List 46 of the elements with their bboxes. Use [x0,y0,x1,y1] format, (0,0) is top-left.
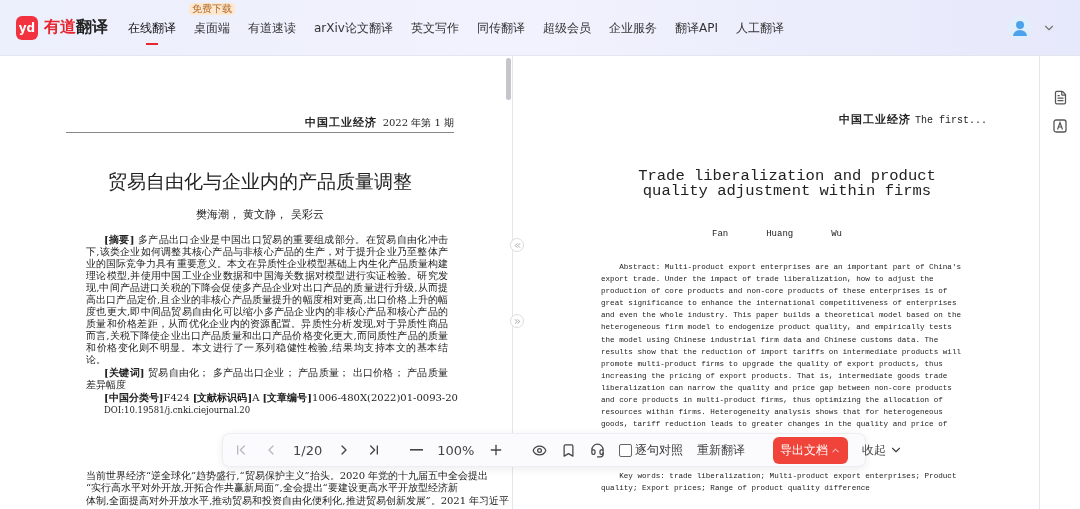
zoom-level: 100% [437,442,475,458]
paper-authors: 樊海潮， 黄文静， 吴彩云 [195,207,325,222]
body-text-line: “实行高水平对外开放,开拓合作共赢新局面”,全会提出“要建设更高水平开放型经济新 [86,482,458,495]
bookmark-icon[interactable] [561,442,577,458]
logo-brand-text: 有道 [44,17,76,38]
paper-title: Trade liberalization and product quality adjustment within firms [637,169,937,199]
nav-tab[interactable]: 英文写作 [410,14,459,45]
classification-line: [中国分类号]F424 [文献标识码]A [文章编号]1006-480X(2022)01-0093-20 [104,392,458,404]
page-indicator[interactable]: 1/20 [293,442,323,458]
nav-tab[interactable]: 同传翻译 [476,14,525,45]
nav-tab[interactable]: 超级会员 [542,14,591,45]
logo-mark: yd [16,15,38,40]
nav-tab[interactable]: arXiv论文翻译 [314,14,393,45]
abstract-paragraph: [摘要] 多产品出口企业是中国出口贸易的重要组成部分。在贸易自由化冲击下,该类企业如何调整其核心产品与非核心产品的生产，对于提升企业乃至整体产业的国际竞争力具有重要意义。本文在异质性企业模型基础上内生化产品质量构建理论模型,并使用中国工业企业数据和中国海关数据对模型进行实证检验。研究发现,中间产品进口关税的下降会促使多产品企业对出口产品的质量进行升级,从而提高出口产品定价,且企业的非核心产品质量提升的幅度相对更高,出口价格上升的幅度也更大,即中间品贸易自由化可以缩小多产品企业内的非核心产品和核心产品的质量和价格差距，从而优化企业内的资源配置。异质性分析发现,对于异质性商品而言,关税下降使企业出口产品质量和出口产品价格变化更大,而同质性产品的质量和价格变化则不明显。本文进行了一系列稳健性检验,结果均支持本文的基本结论。 [85,234,448,366]
nav-tab[interactable]: 翻译API [674,14,718,45]
journal-name: 中国工业经济 [839,112,911,127]
author-name: Fan [712,229,729,239]
author-name: Wu [831,229,842,239]
paper-title: 贸易自由化与企业内的产品质量调整 [107,169,413,194]
nav-tab[interactable]: 在线翻译 [128,14,176,45]
translate-icon[interactable] [1053,119,1067,133]
download-badge: 免费下载 [189,3,235,15]
author-name: Huang [766,229,794,239]
retranslate-button[interactable]: 重新翻译 [697,441,746,459]
compare-checkbox[interactable]: 逐句对照 [619,441,684,459]
issue-number: The first... [915,115,987,126]
collapse-button[interactable]: 收起 [862,441,904,459]
body-text-line: 体制,全面提高对外开放水平,推动贸易和投资自由化便利化,推进贸易创新发展”。2021 年习近平 [86,494,510,507]
nav-tab[interactable]: 有道速读 [248,14,296,45]
logo-product-text: 翻译 [76,17,108,38]
doi-line: DOI:10.19581/j.cnki.ciejournal.20 [104,405,251,415]
document-icon[interactable] [1052,90,1068,105]
nav-tab[interactable]: 人工翻译 [735,14,784,45]
issue-number: 2022 年第 1 期 [382,116,454,130]
scrollbar-thumb[interactable] [506,58,511,100]
nav-tab[interactable]: 企业服务 [608,14,657,45]
eye-icon[interactable] [532,442,548,458]
journal-name: 中国工业经济 [304,115,377,130]
nav-tab[interactable]: 桌面端 [194,14,230,45]
double-chevron-right-icon [512,316,522,326]
export-button[interactable]: 导出文档 [773,436,849,464]
headset-icon[interactable] [590,442,606,458]
double-chevron-left-icon [512,240,522,250]
keywords-paragraph: [关键词] 贸易自由化； 多产品出口企业； 产品质量； 出口价格； 产品质量差异幅度 [85,367,448,391]
minus-icon [410,449,424,451]
body-text-line: 当前世界经济“逆全球化”趋势盛行,“贸易保护主义”抬头。2020 年党的十九届五中全会提出 [86,469,489,482]
